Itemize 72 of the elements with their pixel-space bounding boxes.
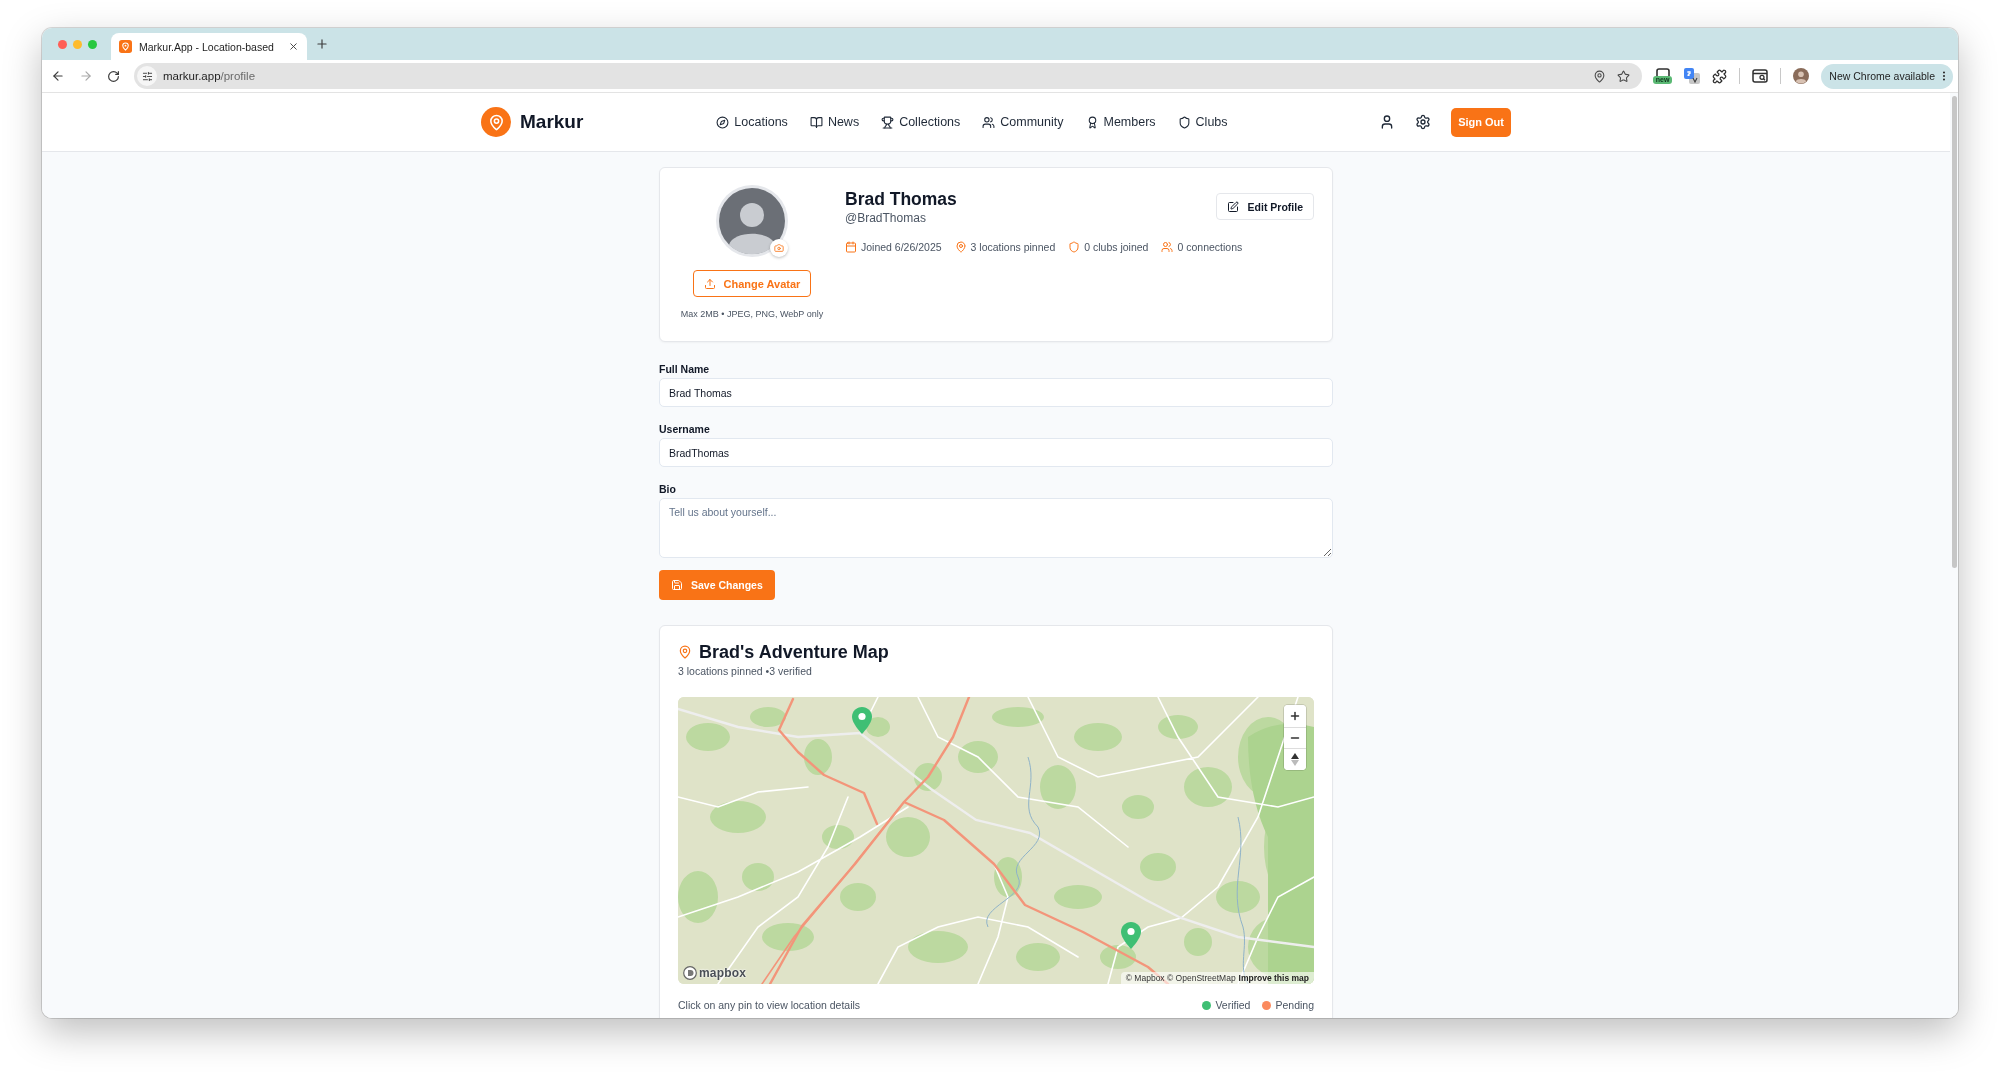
logo-icon[interactable]	[481, 107, 511, 137]
favicon-icon	[119, 40, 132, 53]
map-marker-icon[interactable]	[1120, 922, 1141, 949]
map-marker-icon[interactable]	[852, 707, 873, 735]
camera-icon[interactable]	[770, 239, 788, 257]
nav-link[interactable]: Members	[1085, 115, 1156, 129]
update-chrome-button[interactable]: New Chrome available	[1821, 63, 1953, 89]
reload-icon[interactable]	[107, 69, 120, 83]
improve-map-link[interactable]: Improve this map	[1238, 973, 1309, 983]
extension-icon	[1654, 68, 1671, 76]
avatar-hint: Max 2MB • JPEG, PNG, WebP only	[680, 309, 824, 319]
shield-icon	[1177, 115, 1191, 129]
profile-name: Brad Thomas	[845, 188, 957, 210]
map-summary: 3 locations pinned •3 verified	[678, 665, 813, 677]
stat-text: 0 connections	[1177, 241, 1243, 253]
avatar-silhouette-icon	[716, 185, 788, 257]
site-info-icon[interactable]	[137, 66, 157, 86]
nav-link[interactable]: Clubs	[1177, 115, 1228, 129]
field-label: Username	[659, 423, 710, 436]
bookmark-star-icon[interactable]	[1616, 69, 1630, 83]
settings-icon	[1415, 114, 1432, 130]
new-tab-icon[interactable]	[315, 37, 329, 51]
attribution-text: © Mapbox © OpenStreetMap	[1125, 973, 1236, 983]
save-icon	[671, 579, 683, 591]
nav-link[interactable]: Collections	[881, 115, 961, 129]
close-tab-icon[interactable]	[288, 41, 299, 52]
location-icon[interactable]	[1592, 69, 1606, 83]
translate-icon[interactable]	[1684, 68, 1701, 84]
upload-icon	[703, 277, 716, 290]
nav-link[interactable]: News	[809, 115, 860, 129]
map-pin-icon	[954, 241, 967, 253]
tab-search-icon[interactable]	[1752, 69, 1769, 83]
shield-icon	[1068, 241, 1081, 253]
field-label: Full Name	[659, 363, 710, 376]
browser-tab[interactable]: Markur.App - Location-based	[111, 33, 307, 60]
edit-icon	[1226, 200, 1239, 213]
back-icon[interactable]	[51, 69, 65, 83]
brand-name[interactable]: Markur	[520, 111, 584, 133]
trophy-icon	[881, 115, 895, 129]
calendar-icon	[845, 241, 857, 253]
nav-link[interactable]: Locations	[716, 115, 788, 129]
profile-handle: @BradThomas	[845, 211, 926, 225]
settings-button[interactable]	[1415, 114, 1432, 130]
address-bar[interactable]: markur.app/profile	[134, 63, 1642, 89]
stat-text: 3 locations pinned	[970, 241, 1056, 253]
legend-label: Verified	[1215, 999, 1251, 1011]
map-title: Brad's Adventure Map	[699, 641, 889, 664]
tab-title: Markur.App - Location-based	[139, 40, 275, 53]
scrollbar-thumb[interactable]	[1951, 96, 1957, 568]
text-input-field[interactable]: BradThomas	[659, 438, 1333, 467]
book-icon	[809, 115, 823, 129]
stat-text: 0 clubs joined	[1084, 241, 1149, 253]
compass-icon	[716, 115, 730, 129]
legend-label: Pending	[1275, 999, 1314, 1011]
url-text: markur.app/profile	[163, 70, 256, 82]
people-icon	[1161, 241, 1174, 253]
north-arrow-icon	[1291, 753, 1299, 766]
field-label: Bio	[659, 483, 676, 496]
edit-profile-button[interactable]: Edit Profile	[1215, 193, 1314, 220]
reset-north-button[interactable]	[1284, 748, 1306, 770]
nav-link[interactable]: Community	[982, 115, 1064, 129]
bio-textarea-field[interactable]: Tell us about yourself...	[659, 498, 1333, 558]
people-icon	[982, 115, 996, 129]
text-input-field[interactable]: Brad Thomas	[659, 378, 1333, 407]
extensions-icon[interactable]	[1712, 68, 1728, 84]
stat-text: Joined 6/26/2025	[861, 241, 942, 253]
map-logo-icon	[683, 966, 697, 980]
map-hint: Click on any pin to view location details	[678, 999, 861, 1011]
map-pin-icon	[678, 645, 692, 659]
map-logo-text: mapbox	[699, 966, 747, 980]
plus-icon	[1289, 709, 1301, 722]
profile-avatar-icon[interactable]	[1793, 68, 1810, 84]
